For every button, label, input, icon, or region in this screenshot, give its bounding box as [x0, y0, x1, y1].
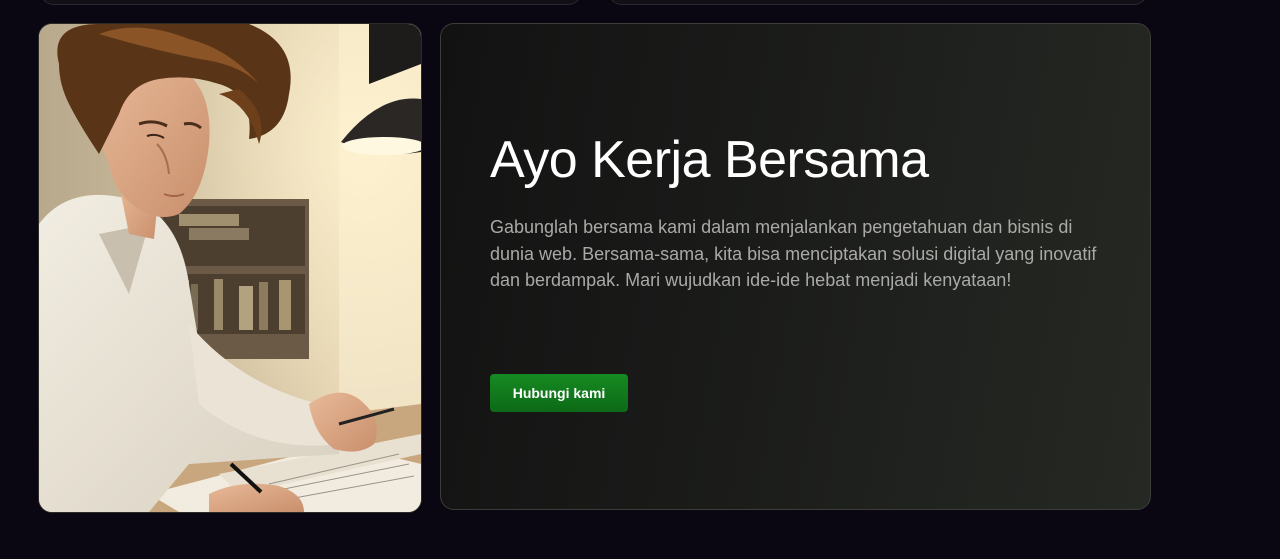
- page: Ayo Kerja Bersama Gabunglah bersama kami…: [0, 0, 1280, 559]
- student-studying-illustration: [39, 24, 421, 512]
- previous-card-right: [608, 0, 1148, 5]
- cta-card: Ayo Kerja Bersama Gabunglah bersama kami…: [440, 23, 1151, 510]
- cta-description: Gabunglah bersama kami dalam menjalankan…: [490, 217, 1097, 290]
- previous-card-left: [40, 0, 582, 5]
- contact-us-button[interactable]: Hubungi kami: [490, 374, 628, 412]
- cta-title: Ayo Kerja Bersama: [490, 131, 929, 189]
- illustration-card: [38, 23, 422, 513]
